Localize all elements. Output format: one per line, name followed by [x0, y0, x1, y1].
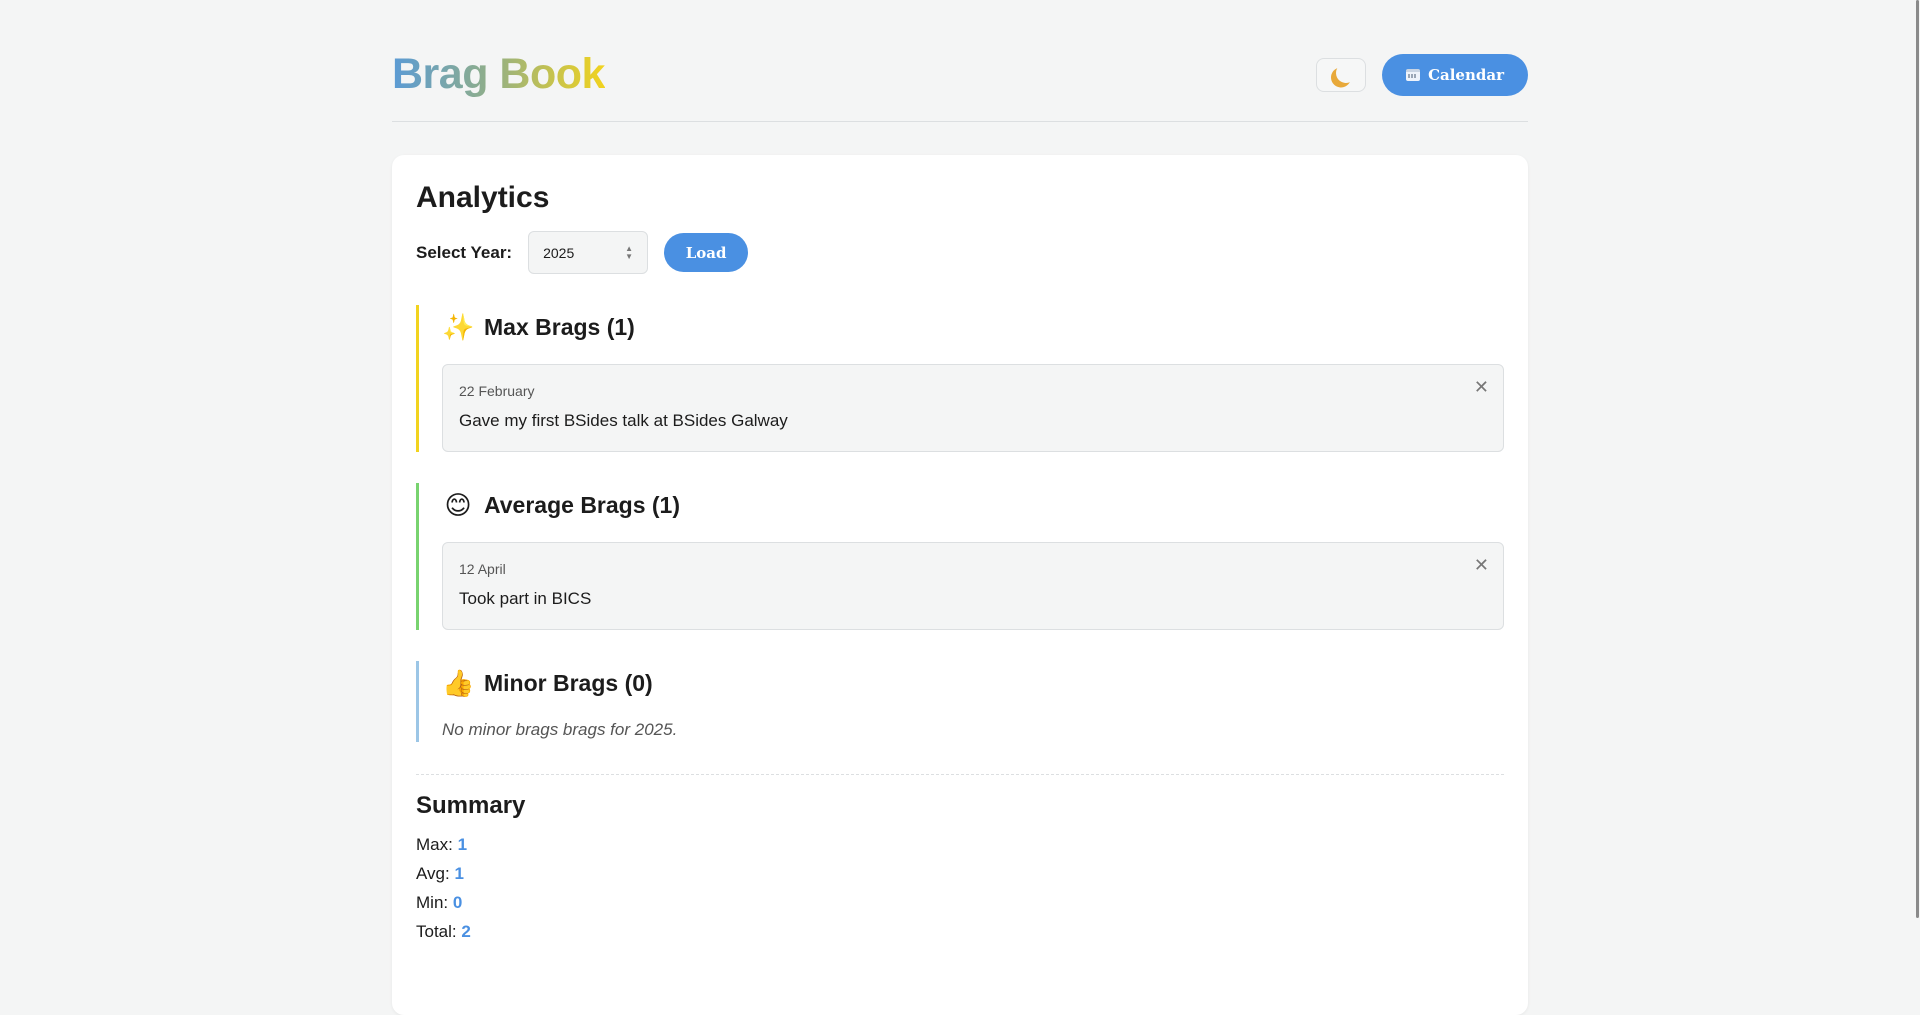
section-accent-bar: [416, 483, 419, 630]
summary-max: Max: 1: [416, 830, 1504, 859]
header-actions: Calendar: [1316, 53, 1528, 96]
scrollbar-thumb[interactable]: [1916, 0, 1919, 918]
delete-brag-close-icon[interactable]: ✕: [1474, 555, 1489, 576]
analytics-card: Analytics Select Year: 2025 ▲ ▼ Load ✨ M…: [392, 155, 1528, 1015]
summary-max-label: Max:: [416, 835, 453, 854]
year-input[interactable]: 2025 ▲ ▼: [528, 231, 649, 274]
thumbs-up-icon: 👍: [442, 668, 475, 698]
section-title: 😊 Average Brags (1): [442, 483, 1504, 528]
summary-avg: Avg: 1: [416, 859, 1504, 888]
calendar-button-label: Calendar: [1428, 65, 1504, 84]
page-title: Analytics: [416, 181, 550, 214]
brag-text: Gave my first BSides talk at BSides Galw…: [459, 411, 788, 430]
logo-word-brag: Brag: [392, 50, 488, 98]
max-brags-section: ✨ Max Brags (1) 22 February Gave my firs…: [416, 305, 1504, 452]
summary-total-label: Total:: [416, 922, 457, 941]
summary-avg-label: Avg:: [416, 864, 450, 883]
empty-state-text: No minor brags brags for 2025.: [442, 720, 678, 739]
section-title: ✨ Max Brags (1): [442, 305, 1504, 350]
app-header: Brag Book Calendar: [392, 0, 1528, 122]
summary-min: Min: 0: [416, 888, 1504, 917]
delete-brag-close-icon[interactable]: ✕: [1474, 377, 1489, 398]
section-title-text: Max Brags (1): [484, 314, 635, 340]
summary-title: Summary: [416, 792, 526, 819]
brag-text: Took part in BICS: [459, 589, 592, 608]
summary-total-value: 2: [461, 922, 471, 941]
divider: [416, 774, 1504, 775]
section-title-text: Average Brags (1): [484, 492, 681, 518]
year-label: Select Year:: [416, 242, 513, 262]
summary-min-value: 0: [452, 893, 463, 912]
theme-toggle-button[interactable]: [1316, 57, 1367, 92]
calendar-button[interactable]: Calendar: [1382, 53, 1528, 96]
page-container: Brag Book Calendar Analytics Select Year…: [392, 0, 1528, 1015]
sparkles-icon: ✨: [442, 312, 475, 342]
year-selector-row: Select Year: 2025 ▲ ▼ Load: [416, 231, 1504, 274]
spinner-down-icon[interactable]: ▼: [625, 252, 633, 261]
section-title-text: Minor Brags (0): [484, 670, 653, 696]
calendar-icon: [1406, 68, 1421, 81]
year-value: 2025: [543, 244, 575, 261]
section-title: 👍 Minor Brags (0): [442, 661, 1504, 706]
brag-date: 22 February: [459, 383, 535, 399]
smiling-face-icon: 😊: [444, 490, 472, 520]
section-accent-bar: [416, 661, 419, 742]
page-scrollbar[interactable]: [1914, 0, 1920, 985]
brag-entry: 12 April Took part in BICS ✕: [442, 542, 1504, 630]
moon-icon: [1334, 60, 1358, 84]
summary-min-label: Min:: [416, 893, 449, 912]
summary-section: Summary Max: 1 Avg: 1 Min: 0 Total: 2: [416, 792, 1504, 946]
year-spinner[interactable]: ▲ ▼: [625, 244, 633, 261]
minor-brags-section: 👍 Minor Brags (0) No minor brags brags f…: [416, 661, 1504, 742]
summary-max-value: 1: [457, 835, 468, 854]
summary-avg-value: 1: [454, 864, 464, 883]
summary-total: Total: 2: [416, 917, 1504, 946]
section-accent-bar: [416, 305, 419, 452]
brag-date: 12 April: [459, 561, 506, 577]
brag-entry: 22 February Gave my first BSides talk at…: [442, 364, 1504, 452]
average-brags-section: 😊 Average Brags (1) 12 April Took part i…: [416, 483, 1504, 630]
load-button[interactable]: Load: [664, 233, 749, 272]
app-logo: Brag Book: [392, 50, 605, 99]
logo-word-book: Book: [499, 50, 605, 98]
